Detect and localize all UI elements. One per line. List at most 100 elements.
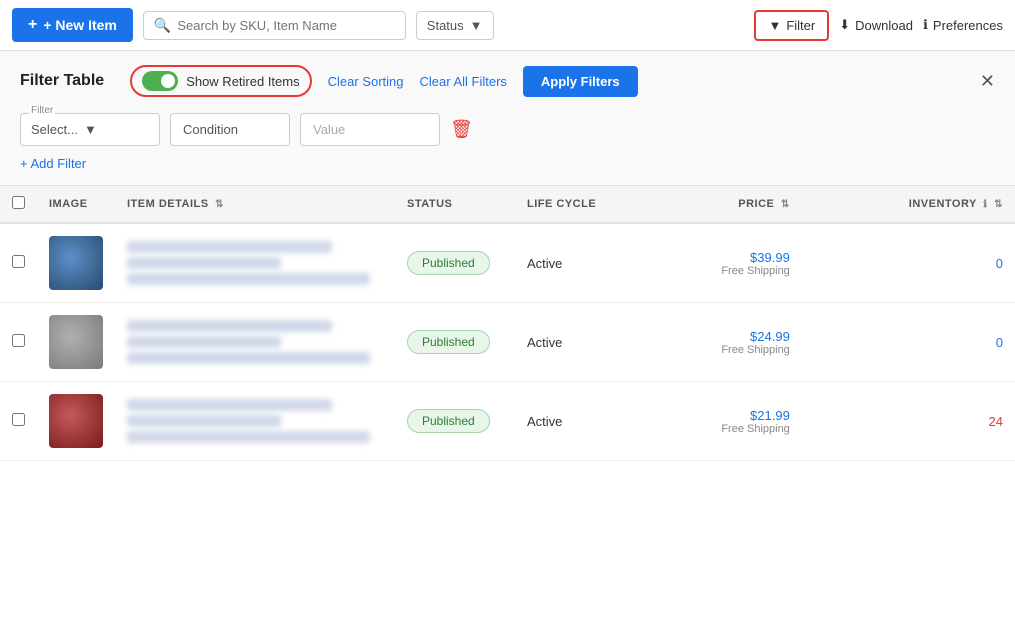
item-image-3 [49, 394, 103, 448]
filter-row: Filter Select... ▼ Condition Value 🗑 [20, 113, 995, 146]
row-inventory-cell: 0 [802, 303, 1015, 382]
new-item-button[interactable]: + + New Item [12, 8, 133, 42]
item-detail-line-1 [127, 399, 332, 411]
search-box: 🔍 [143, 11, 406, 40]
row-status-cell: Published [395, 382, 515, 461]
inventory-value-2: 0 [996, 335, 1003, 350]
table-row: Published Active $24.99 Free Shipping 0 [0, 303, 1015, 382]
col-price[interactable]: PRICE ⇅ [635, 186, 802, 223]
table-container: IMAGE ITEM DETAILS ⇅ STATUS LIFE CYCLE P… [0, 186, 1015, 461]
row-checkbox-1[interactable] [12, 255, 25, 268]
row-status-cell: Published [395, 303, 515, 382]
apply-filters-button[interactable]: Apply Filters [523, 66, 638, 97]
filter-value-input[interactable]: Value [300, 113, 440, 146]
preferences-button[interactable]: ℹ Preferences [923, 17, 1003, 33]
col-image: IMAGE [37, 186, 115, 223]
row-checkbox-cell [0, 223, 37, 303]
filter-panel-header: Filter Table Show Retired Items Clear So… [20, 65, 995, 97]
filter-icon: ▼ [768, 18, 781, 33]
item-detail-line-2 [127, 257, 281, 269]
price-value-1: $39.99 [647, 250, 790, 265]
item-detail-line-1 [127, 241, 332, 253]
row-item-details-cell [115, 382, 395, 461]
download-icon: ⬇ [839, 17, 850, 33]
row-checkbox-cell [0, 303, 37, 382]
add-filter-button[interactable]: + Add Filter [20, 156, 86, 171]
item-detail-line-1 [127, 320, 332, 332]
inventory-sort-icon: ⇅ [994, 199, 1003, 210]
status-badge-1: Published [407, 251, 490, 275]
status-badge-2: Published [407, 330, 490, 354]
chevron-down-icon: ▼ [84, 122, 97, 137]
row-lifecycle-cell: Active [515, 382, 635, 461]
row-lifecycle-cell: Active [515, 303, 635, 382]
row-checkbox-2[interactable] [12, 334, 25, 347]
filter-field-label: Filter [29, 105, 55, 116]
plus-icon: + [28, 16, 37, 34]
filter-label: Filter [786, 18, 815, 33]
filter-button[interactable]: ▼ Filter [754, 10, 829, 41]
row-inventory-cell: 0 [802, 223, 1015, 303]
show-retired-toggle-container: Show Retired Items [130, 65, 311, 97]
items-table: IMAGE ITEM DETAILS ⇅ STATUS LIFE CYCLE P… [0, 186, 1015, 461]
search-icon: 🔍 [154, 17, 171, 34]
clear-sorting-button[interactable]: Clear Sorting [328, 74, 404, 89]
download-button[interactable]: ⬇ Download [839, 17, 913, 33]
free-shipping-label-1: Free Shipping [647, 265, 790, 277]
preferences-label: Preferences [933, 18, 1003, 33]
row-status-cell: Published [395, 223, 515, 303]
col-item-details[interactable]: ITEM DETAILS ⇅ [115, 186, 395, 223]
row-checkbox-3[interactable] [12, 413, 25, 426]
table-header-row: IMAGE ITEM DETAILS ⇅ STATUS LIFE CYCLE P… [0, 186, 1015, 223]
item-detail-line-3 [127, 273, 370, 285]
show-retired-toggle[interactable] [142, 71, 178, 91]
close-filter-panel-button[interactable]: ✕ [980, 71, 995, 92]
status-badge-3: Published [407, 409, 490, 433]
price-value-3: $21.99 [647, 408, 790, 423]
status-label: Status [427, 18, 464, 33]
free-shipping-label-2: Free Shipping [647, 344, 790, 356]
inventory-info-icon: ℹ [983, 199, 987, 210]
filter-select-box[interactable]: Filter Select... ▼ [20, 113, 160, 146]
filter-condition-input[interactable]: Condition [170, 113, 290, 146]
price-sort-icon: ⇅ [781, 199, 790, 210]
item-detail-line-2 [127, 336, 281, 348]
row-item-details-cell [115, 303, 395, 382]
delete-filter-button[interactable]: 🗑 [450, 119, 473, 140]
free-shipping-label-3: Free Shipping [647, 423, 790, 435]
inventory-value-1: 0 [996, 256, 1003, 271]
table-row: Published Active $39.99 Free Shipping 0 [0, 223, 1015, 303]
clear-all-filters-button[interactable]: Clear All Filters [419, 74, 506, 89]
row-checkbox-cell [0, 382, 37, 461]
row-price-cell: $21.99 Free Shipping [635, 382, 802, 461]
item-image-2 [49, 315, 103, 369]
row-image-cell [37, 223, 115, 303]
item-image-1 [49, 236, 103, 290]
row-price-cell: $24.99 Free Shipping [635, 303, 802, 382]
filter-select[interactable]: Select... ▼ [31, 122, 149, 137]
new-item-label: + New Item [43, 17, 117, 33]
status-dropdown[interactable]: Status ▼ [416, 11, 494, 40]
table-row: Published Active $21.99 Free Shipping 24 [0, 382, 1015, 461]
row-price-cell: $39.99 Free Shipping [635, 223, 802, 303]
item-details-sort-icon: ⇅ [215, 199, 224, 210]
col-life-cycle: LIFE CYCLE [515, 186, 635, 223]
item-detail-line-3 [127, 352, 370, 364]
price-value-2: $24.99 [647, 329, 790, 344]
row-image-cell [37, 382, 115, 461]
chevron-down-icon: ▼ [470, 18, 483, 33]
col-inventory[interactable]: INVENTORY ℹ ⇅ [802, 186, 1015, 223]
search-input[interactable] [177, 18, 394, 33]
download-label: Download [855, 18, 913, 33]
item-detail-line-2 [127, 415, 281, 427]
toolbar: + + New Item 🔍 Status ▼ ▼ Filter ⬇ Downl… [0, 0, 1015, 51]
row-lifecycle-cell: Active [515, 223, 635, 303]
info-circle-icon: ℹ [923, 17, 928, 33]
select-all-checkbox[interactable] [12, 196, 25, 209]
row-image-cell [37, 303, 115, 382]
show-retired-label: Show Retired Items [186, 74, 299, 89]
row-inventory-cell: 24 [802, 382, 1015, 461]
filter-panel-title: Filter Table [20, 72, 104, 90]
row-item-details-cell [115, 223, 395, 303]
col-status: STATUS [395, 186, 515, 223]
